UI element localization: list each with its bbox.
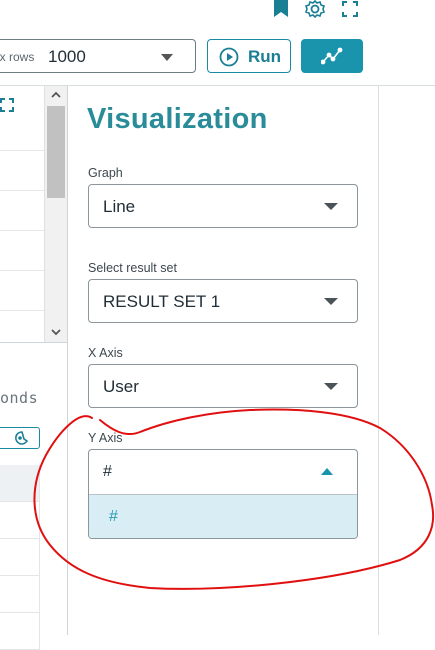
y-axis-label: Y Axis (88, 431, 123, 445)
x-axis-label: X Axis (88, 346, 123, 360)
bookmark-icon[interactable] (272, 0, 290, 18)
x-axis-value: User (103, 377, 139, 396)
chart-options-button[interactable] (0, 427, 40, 449)
chevron-down-icon (324, 203, 338, 210)
chevron-down-icon (324, 298, 338, 305)
max-rows-select[interactable]: ax rows 1000 (0, 39, 196, 73)
chevron-down-icon (161, 54, 173, 61)
run-button[interactable]: Run (207, 39, 291, 73)
table-row (0, 576, 40, 613)
elapsed-time-text: onds (0, 389, 39, 407)
table-row (0, 465, 40, 502)
grid-line (0, 150, 44, 151)
chevron-up-icon (321, 468, 333, 475)
grid-line (0, 190, 44, 191)
y-axis-select[interactable]: # # (88, 449, 358, 539)
visualization-toggle-button[interactable] (301, 39, 363, 73)
line-chart-icon (320, 47, 343, 70)
top-toolbar: ax rows 1000 Run (0, 0, 435, 86)
y-axis-option-label: # (109, 508, 118, 525)
result-set-value: RESULT SET 1 (103, 292, 221, 311)
result-panel: onds (0, 342, 67, 650)
gear-icon[interactable] (304, 0, 326, 20)
page-title: Visualization (87, 103, 268, 135)
table-row (0, 613, 40, 650)
scroll-up-icon[interactable] (50, 89, 62, 101)
chevron-down-icon (324, 383, 338, 390)
table-row (0, 539, 40, 576)
x-axis-select[interactable]: User (88, 364, 358, 408)
run-label: Run (248, 47, 282, 66)
vertical-scrollbar[interactable] (44, 86, 67, 342)
grid-line (0, 270, 44, 271)
grid-line (0, 310, 44, 311)
expand-icon[interactable] (0, 98, 14, 117)
result-set-select[interactable]: RESULT SET 1 (88, 279, 358, 323)
y-axis-select-header[interactable]: # (89, 450, 357, 495)
graph-value: Line (103, 197, 136, 216)
scroll-down-icon[interactable] (50, 326, 62, 338)
max-rows-value: 1000 (48, 47, 86, 66)
palette-icon (14, 430, 30, 451)
max-rows-label: ax rows (0, 50, 35, 64)
graph-label: Graph (88, 166, 123, 180)
y-axis-value: # (103, 463, 112, 480)
grid-line (0, 230, 44, 231)
table-row (0, 502, 40, 539)
panel-divider (378, 86, 379, 635)
fullscreen-icon[interactable] (340, 0, 360, 18)
y-axis-option[interactable]: # (89, 495, 357, 538)
play-icon (219, 47, 239, 72)
graph-select[interactable]: Line (88, 184, 358, 228)
result-set-label: Select result set (88, 261, 177, 275)
scroll-thumb[interactable] (47, 106, 65, 198)
